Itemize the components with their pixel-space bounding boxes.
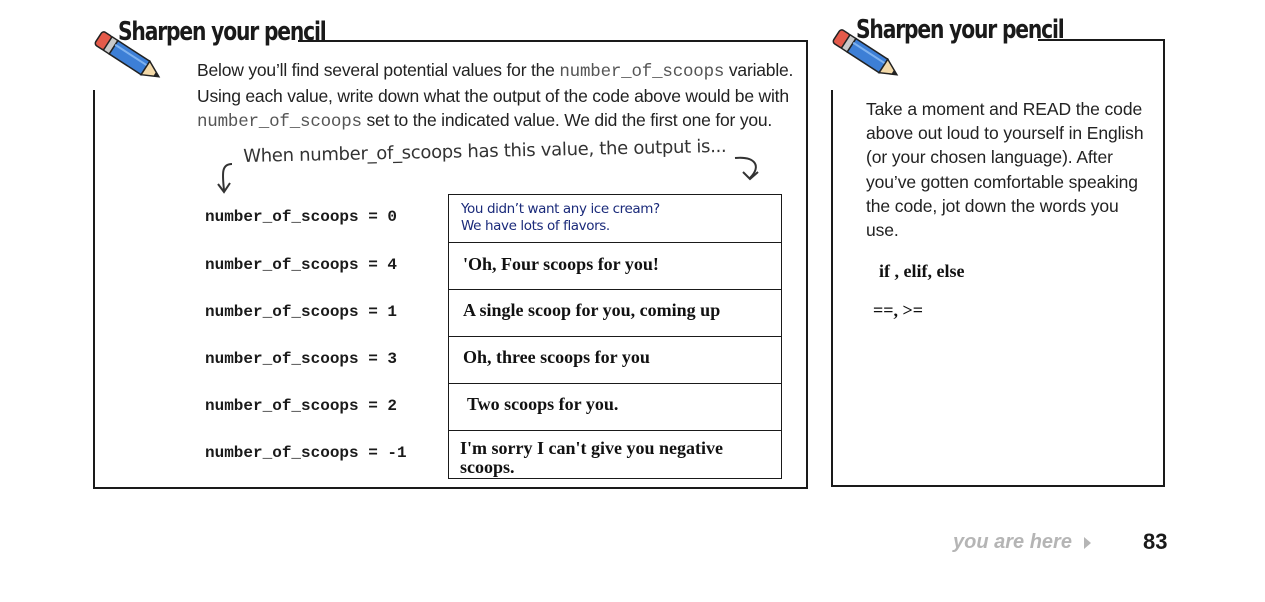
answer-text: Two scoops for you. (467, 394, 619, 414)
row-label: number_of_scoops = -1 (205, 444, 407, 462)
answer-text: Oh, three scoops for you (463, 347, 650, 367)
row-label: number_of_scoops = 3 (205, 350, 398, 368)
answer-cell: Oh, three scoops for you (448, 336, 782, 384)
answer-text: I'm sorry I can't give you negative scoo… (460, 438, 723, 477)
answer-cell: 'Oh, Four scoops for you! (448, 242, 782, 290)
handwritten-answer: You didn’t want any ice cream? We have l… (461, 201, 660, 234)
answer-text: if , elif, else (879, 261, 965, 281)
answer-cell: A single scoop for you, coming up (448, 289, 782, 337)
answer-text: 'Oh, Four scoops for you! (463, 254, 659, 274)
answer-cell: I'm sorry I can't give you negative scoo… (448, 430, 782, 479)
answer-text: A single scoop for you, coming up (463, 300, 721, 320)
panel-heading: Sharpen your pencil (118, 17, 327, 47)
row-label: number_of_scoops = 0 (205, 208, 398, 226)
answer-text: ==, >= (873, 300, 924, 320)
row-label: number_of_scoops = 4 (205, 256, 398, 274)
row-label: number_of_scoops = 1 (205, 303, 398, 321)
panel-heading: Sharpen your pencil (856, 15, 1065, 45)
answer-cell: Two scoops for you. (448, 383, 782, 431)
answer-cell: You didn’t want any ice cream? We have l… (448, 194, 782, 243)
exercise-instructions: Below you’ll find several potential valu… (197, 60, 794, 132)
you-are-here-label: you are here (953, 531, 1072, 553)
row-label: number_of_scoops = 2 (205, 397, 398, 415)
exercise-instructions: Take a moment and READ the code above ou… (866, 99, 1144, 241)
page-number: 83 (1143, 529, 1168, 554)
triangle-right-icon (1084, 537, 1091, 549)
